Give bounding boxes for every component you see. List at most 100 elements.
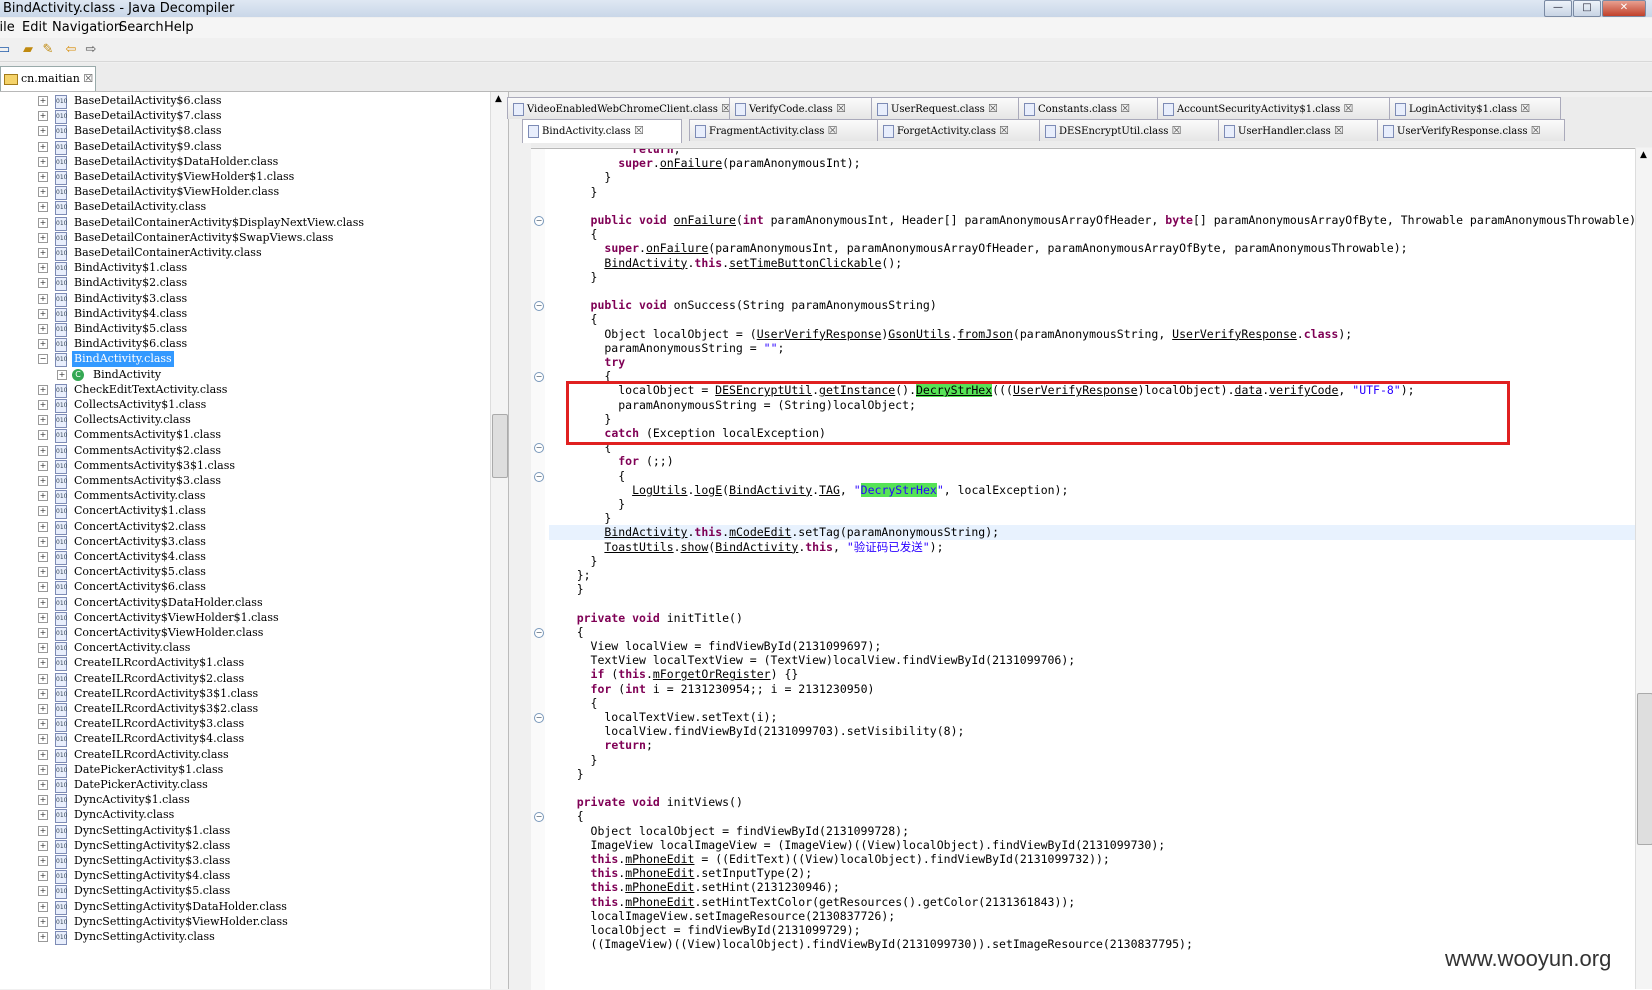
minimize-button[interactable]: — (1544, 0, 1572, 17)
code-line[interactable]: BindActivity.this.setTimeButtonClickable… (549, 256, 1639, 271)
tree-scrollbar[interactable]: ▲ (490, 92, 508, 989)
code-line[interactable] (549, 199, 1639, 214)
expand-icon[interactable]: + (38, 552, 48, 562)
code-line[interactable]: localTextView.setText(i); (549, 710, 1639, 725)
back-icon[interactable]: ⇦ (63, 42, 79, 57)
expand-icon[interactable]: + (38, 172, 48, 182)
expand-icon[interactable]: + (38, 491, 48, 502)
forward-icon[interactable]: ⇨ (83, 42, 99, 57)
fold-icon[interactable]: − (534, 301, 544, 312)
expand-icon[interactable]: + (38, 673, 48, 684)
tree-scroll-thumb[interactable] (492, 414, 508, 478)
code-line[interactable]: } (549, 497, 1639, 512)
expand-icon[interactable]: + (38, 901, 48, 912)
collapse-icon[interactable]: − (38, 354, 48, 365)
expand-icon[interactable]: + (38, 278, 48, 289)
expand-icon[interactable]: + (38, 506, 48, 517)
code-line[interactable] (549, 596, 1639, 611)
editor-tab[interactable]: UserHandler.class ☒ (1218, 119, 1379, 141)
code-line[interactable]: ToastUtils.show(BindActivity.this, "验证码已… (549, 540, 1639, 555)
code-line[interactable]: } (549, 554, 1639, 569)
menu-help[interactable]: Help (164, 18, 194, 38)
close-tab-icon[interactable]: ☒ (1120, 102, 1130, 115)
editor-tab[interactable]: AccountSecurityActivity$1.class ☒ (1157, 97, 1391, 119)
expand-icon[interactable]: + (38, 339, 48, 350)
expand-icon[interactable]: + (38, 825, 48, 836)
close-tab-icon[interactable]: ☒ (836, 102, 846, 115)
editor-tab[interactable]: VerifyCode.class ☒ (729, 97, 874, 119)
expand-icon[interactable]: + (38, 96, 48, 106)
editor-scrollbar[interactable]: ▲ (1635, 148, 1652, 989)
code-line[interactable]: ImageView localImageView = (ImageView)((… (549, 838, 1639, 853)
code-line[interactable]: LogUtils.logE(BindActivity.TAG, "DecrySt… (549, 482, 1639, 498)
code-line[interactable]: { (549, 227, 1639, 242)
code-line[interactable]: } (549, 170, 1639, 185)
expand-icon[interactable]: + (38, 415, 48, 426)
code-line[interactable]: { (549, 312, 1639, 327)
code-line[interactable]: } (549, 767, 1639, 782)
expand-icon[interactable]: + (38, 217, 48, 228)
expand-icon[interactable]: + (38, 384, 48, 395)
close-tab-icon[interactable]: ☒ (1343, 102, 1353, 115)
code-line[interactable]: }; (549, 568, 1639, 583)
code-line[interactable]: { (549, 696, 1639, 711)
close-tab-icon[interactable]: ☒ (1172, 124, 1182, 137)
menu-navigation[interactable]: Navigation (52, 18, 122, 38)
maximize-button[interactable]: □ (1573, 0, 1601, 17)
code-line[interactable]: for (;;) (549, 454, 1639, 469)
expand-icon[interactable]: + (38, 293, 48, 304)
expand-icon[interactable]: + (38, 749, 48, 760)
close-tab-icon[interactable]: ☒ (1531, 124, 1541, 137)
code-line[interactable]: View localView = findViewById(2131099697… (549, 639, 1639, 654)
editor-tab[interactable]: ForgetActivity.class ☒ (877, 119, 1041, 141)
editor-tab[interactable]: BindActivity.class ☒ (522, 119, 682, 143)
fold-icon[interactable]: − (534, 471, 544, 482)
code-line[interactable]: private void initViews() (549, 795, 1639, 810)
code-line[interactable] (549, 781, 1639, 796)
editor-tab[interactable]: UserRequest.class ☒ (871, 97, 1020, 119)
code-line[interactable]: super.onFailure(paramAnonymousInt); (549, 156, 1639, 171)
expand-icon[interactable]: + (38, 597, 48, 608)
close-tab-icon[interactable]: ☒ (634, 124, 644, 137)
editor-scroll-thumb[interactable] (1637, 693, 1652, 845)
expand-icon[interactable]: + (38, 719, 48, 730)
close-tab-icon[interactable]: ☒ (999, 124, 1009, 137)
code-line[interactable]: Object localObject = (UserVerifyResponse… (549, 327, 1639, 342)
code-line[interactable] (549, 284, 1639, 299)
expand-icon[interactable]: + (38, 141, 48, 152)
expand-icon[interactable]: + (38, 430, 48, 441)
fold-icon[interactable]: − (534, 627, 544, 638)
expand-icon[interactable]: + (38, 612, 48, 623)
code-editor[interactable]: − − − − − − − − return; super.onFailure(paramAn… (531, 148, 1652, 990)
expand-icon[interactable]: + (38, 856, 48, 866)
expand-icon[interactable]: + (38, 263, 48, 274)
expand-icon[interactable]: + (38, 764, 48, 775)
expand-icon[interactable]: + (38, 400, 48, 410)
expand-icon[interactable]: + (38, 521, 48, 532)
code-line[interactable]: localView.findViewById(2131099703).setVi… (549, 724, 1639, 739)
scroll-up-icon[interactable]: ▲ (495, 94, 502, 104)
close-tab-icon[interactable]: ☒ (1520, 102, 1530, 115)
code-line[interactable]: this.mPhoneEdit.setHint(2131230946); (549, 880, 1639, 895)
code-line[interactable]: for (int i = 2131230954;; i = 2131230950… (549, 682, 1639, 697)
fold-icon[interactable]: − (534, 216, 544, 226)
expand-icon[interactable]: + (38, 187, 48, 198)
package-tab[interactable]: cn.maitian ☒ (0, 66, 96, 91)
close-tab-icon[interactable]: ☒ (83, 72, 93, 85)
expand-icon[interactable]: + (38, 445, 48, 456)
expand-icon[interactable]: + (38, 871, 48, 882)
editor-tab[interactable]: FragmentActivity.class ☒ (689, 119, 879, 141)
code-line[interactable]: localObject = findViewById(2131099729); (549, 923, 1639, 938)
expand-icon[interactable]: + (38, 308, 48, 319)
editor-tab[interactable]: UserVerifyResponse.class ☒ (1377, 119, 1565, 141)
code-line[interactable]: { (549, 625, 1639, 640)
expand-icon[interactable]: + (38, 126, 48, 137)
close-tab-icon[interactable]: ☒ (988, 102, 998, 115)
code-line[interactable]: public void onFailure(int paramAnonymous… (549, 213, 1639, 228)
fold-icon[interactable]: − (534, 812, 544, 823)
close-tab-icon[interactable]: ☒ (1334, 124, 1344, 137)
expand-icon[interactable]: + (38, 248, 48, 258)
fold-icon[interactable]: − (534, 372, 544, 383)
expand-icon[interactable]: + (38, 704, 48, 714)
expand-icon[interactable]: + (38, 324, 48, 334)
